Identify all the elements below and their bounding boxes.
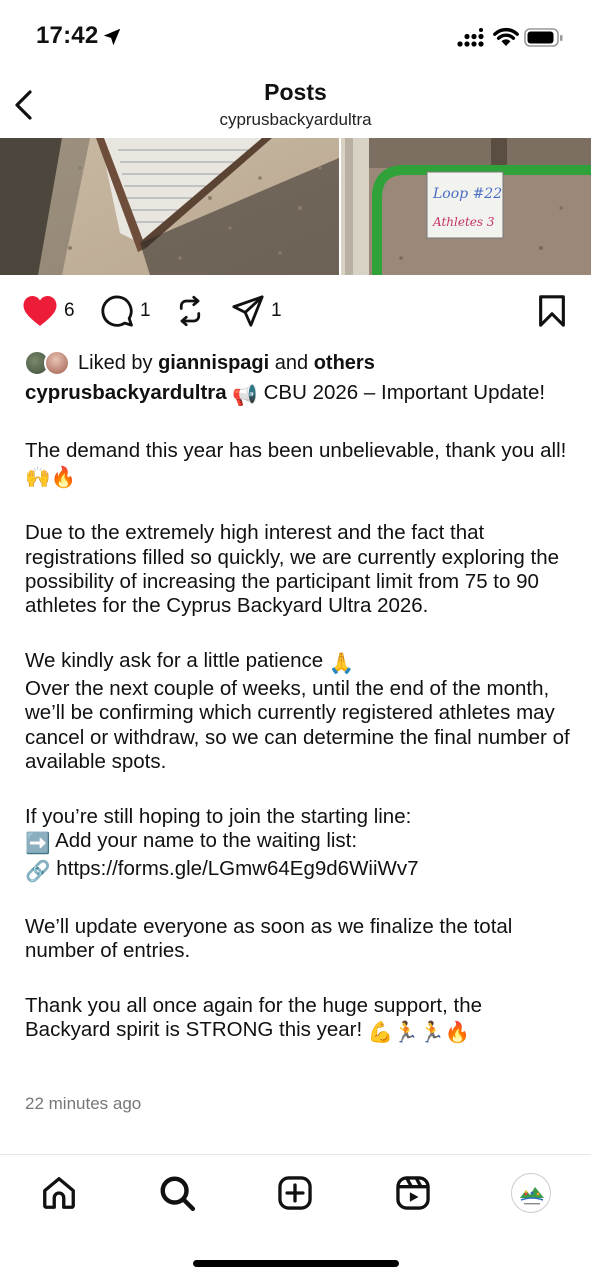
sign-athletes-text: Athletes 3: [432, 215, 495, 229]
home-icon: [43, 1177, 75, 1209]
header-username[interactable]: cyprusbackyardultra: [0, 110, 591, 130]
nav-profile[interactable]: [511, 1173, 551, 1213]
sign-loop-text: Loop #22: [432, 186, 502, 202]
status-bar: 17:42: [0, 0, 591, 70]
liked-avatars: [24, 349, 74, 377]
hands-fire-emoji: 🙌🔥: [25, 466, 77, 490]
megaphone-emoji: 📢: [232, 384, 258, 407]
caption-paragraph: We kindly ask for a little patience 🙏: [25, 649, 573, 676]
nav-home[interactable]: [39, 1173, 79, 1213]
bookmark-icon: [539, 295, 565, 327]
reels-icon: [396, 1176, 430, 1210]
share-count: 1: [271, 300, 282, 321]
nav-search[interactable]: [157, 1173, 197, 1213]
share-button[interactable]: 1: [231, 294, 282, 328]
repost-icon: [179, 295, 201, 327]
nav-reels[interactable]: [393, 1173, 433, 1213]
post-image-left[interactable]: [0, 138, 339, 275]
save-button[interactable]: [537, 294, 567, 328]
send-icon: [232, 295, 264, 327]
nav-create[interactable]: [275, 1173, 315, 1213]
link-emoji: 🔗: [25, 859, 51, 883]
liked-by-row[interactable]: Liked by giannispagi and others: [24, 348, 375, 378]
search-icon: [160, 1176, 196, 1212]
liked-by-user[interactable]: giannispagi: [158, 352, 269, 375]
profile-logo-icon: [520, 1187, 544, 1205]
caption-paragraph: If you’re still hoping to join the start…: [25, 804, 412, 828]
waitlist-link[interactable]: https://forms.gle/LGmw64Eg9d6WiiWv7: [56, 857, 418, 880]
avatar: [44, 350, 70, 376]
like-button[interactable]: 6: [22, 294, 75, 328]
caption-paragraph: Thank you all once again for the huge su…: [25, 994, 573, 1046]
muscle-runner-fire-emoji: 💪🏃🏃🔥: [367, 1021, 471, 1045]
cellular-signal-icon: [457, 28, 484, 47]
liked-by-connector: and: [274, 351, 309, 374]
caption-line-1: cyprusbackyardultra 📢 CBU 2026 – Importa…: [25, 381, 573, 408]
liked-by-prefix: Liked by: [78, 351, 153, 374]
caption-paragraph: Due to the extremely high interest and t…: [25, 521, 560, 618]
caption-line: 🔗 https://forms.gle/LGmw64Eg9d6WiiWv7: [25, 857, 573, 884]
caption-heading: CBU 2026 – Important Update!: [263, 381, 546, 404]
comment-button[interactable]: 1: [100, 294, 151, 328]
caption-text: Add your name to the waiting list:: [55, 829, 358, 853]
post-media[interactable]: Loop #22 Athletes 3: [0, 138, 591, 275]
liked-by-others[interactable]: others: [314, 352, 375, 375]
header: Posts cyprusbackyardultra: [0, 70, 591, 138]
comment-count: 1: [140, 300, 151, 321]
home-indicator: [193, 1260, 399, 1267]
battery-icon: [524, 28, 563, 47]
comment-icon: [101, 295, 133, 327]
post-timestamp: 22 minutes ago: [25, 1094, 142, 1113]
caption-paragraph: The demand this year has been unbelievab…: [25, 439, 573, 491]
location-arrow-icon: [103, 28, 121, 46]
arrow-right-emoji: ➡️: [25, 832, 51, 856]
post-image-right[interactable]: Loop #22 Athletes 3: [341, 138, 591, 275]
caption-line: ➡️ Add your name to the waiting list:: [25, 829, 573, 856]
heart-icon: [23, 296, 57, 326]
caption-paragraph: Over the next couple of weeks, until the…: [25, 676, 570, 773]
status-time: 17:42: [36, 22, 99, 49]
create-icon: [278, 1176, 312, 1210]
page-title: Posts: [264, 79, 327, 105]
like-count: 6: [64, 300, 75, 321]
caption-paragraph: We’ll update everyone as soon as we fina…: [25, 914, 513, 962]
post-actions: 6 1 1: [0, 290, 591, 336]
caption-username[interactable]: cyprusbackyardultra: [25, 381, 227, 404]
repost-button[interactable]: [175, 294, 205, 328]
caption-text: We kindly ask for a little patience: [25, 649, 324, 673]
profile-avatar: [511, 1173, 551, 1213]
wifi-icon: [493, 27, 519, 46]
pray-emoji: 🙏: [328, 652, 355, 676]
caption-text: The demand this year has been unbelievab…: [25, 438, 567, 462]
post-caption: cyprusbackyardultra 📢 CBU 2026 – Importa…: [25, 381, 573, 1046]
